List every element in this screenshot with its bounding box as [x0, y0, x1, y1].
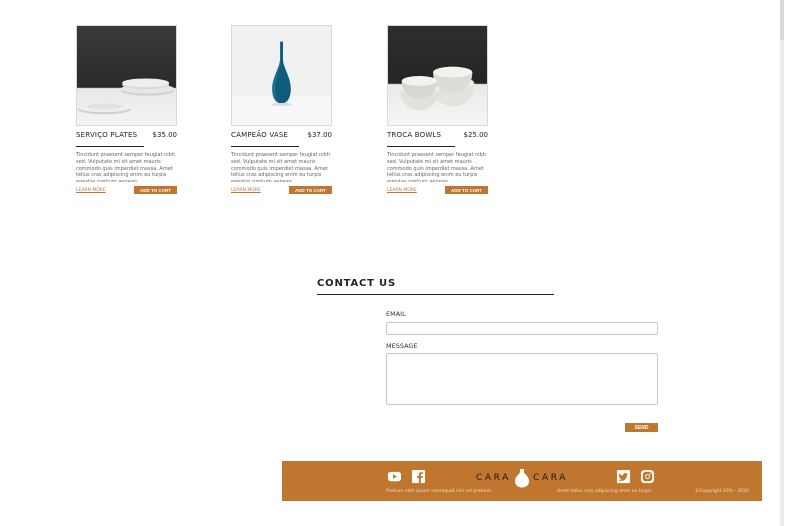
- add-to-cart-button[interactable]: ADD TO CART: [289, 186, 332, 194]
- blue-vase-image: [232, 26, 331, 125]
- scrollbar-thumb[interactable]: [780, 0, 784, 40]
- product-description: Tincidunt praesent semper feugiat nibh s…: [76, 152, 175, 182]
- product-photo-bowls[interactable]: [387, 25, 488, 126]
- product-description: Tincidunt praesent semper feugiat nibh s…: [231, 152, 330, 182]
- product-photo-vase[interactable]: [231, 25, 332, 126]
- send-button[interactable]: SEND: [625, 423, 658, 432]
- copyright-text: ©Copyright 20% - 2020: [695, 489, 749, 494]
- product-card-servico-plates: SERVIÇO PLATES $35.00 Tincidunt praesent…: [76, 25, 177, 194]
- product-name: CAMPEÃO VASE: [231, 131, 289, 139]
- email-label: EMAIL: [386, 310, 406, 318]
- add-to-cart-button[interactable]: ADD TO CART: [445, 186, 488, 194]
- message-field[interactable]: [386, 353, 658, 405]
- product-card-troca-bowls: TROCA BOWLS $25.00 Tincidunt praesent se…: [387, 25, 488, 194]
- product-name: TROCA BOWLS: [387, 131, 442, 139]
- product-price: $35.00: [152, 131, 178, 139]
- title-underline: [76, 146, 144, 147]
- footer-text-left: Pretium nibh ipsum consequat nisl vel pr…: [386, 489, 491, 494]
- stacked-bowls-image: [388, 26, 487, 125]
- contact-heading-underline: [317, 294, 554, 295]
- product-price: $37.00: [307, 131, 333, 139]
- site-footer: CARA CARA Pretium nibh ipsum consequat n…: [282, 461, 762, 501]
- scrollbar-track[interactable]: [780, 0, 784, 526]
- product-card-campeao-vase: CAMPEÃO VASE $37.00 Tincidunt praesent s…: [231, 25, 332, 194]
- vase-logo-icon: [515, 469, 529, 488]
- twitter-icon[interactable]: [616, 469, 631, 484]
- facebook-icon[interactable]: [411, 469, 426, 484]
- learn-more-link[interactable]: LEARN MORE: [387, 188, 417, 193]
- learn-more-link[interactable]: LEARN MORE: [231, 188, 261, 193]
- email-field[interactable]: [386, 322, 658, 335]
- add-to-cart-button[interactable]: ADD TO CART: [134, 186, 177, 194]
- learn-more-link[interactable]: LEARN MORE: [76, 188, 106, 193]
- brand-word-left: CARA: [476, 473, 511, 483]
- title-underline: [387, 146, 455, 147]
- footer-text-right: Amet tellus cras adipiscing enim eu turp…: [557, 489, 652, 494]
- youtube-icon[interactable]: [387, 469, 402, 484]
- brand-word-right: CARA: [533, 473, 568, 483]
- product-price: $25.00: [463, 131, 489, 139]
- brand-logo[interactable]: CARA CARA: [476, 468, 568, 488]
- message-label: MESSAGE: [386, 342, 418, 350]
- product-photo-plates[interactable]: [76, 25, 177, 126]
- instagram-icon[interactable]: [640, 469, 655, 484]
- title-underline: [231, 146, 299, 147]
- product-description: Tincidunt praesent semper feugiat nibh s…: [387, 152, 486, 182]
- stacked-plates-image: [77, 26, 176, 125]
- product-name: SERVIÇO PLATES: [76, 131, 138, 139]
- contact-heading: CONTACT US: [317, 278, 396, 289]
